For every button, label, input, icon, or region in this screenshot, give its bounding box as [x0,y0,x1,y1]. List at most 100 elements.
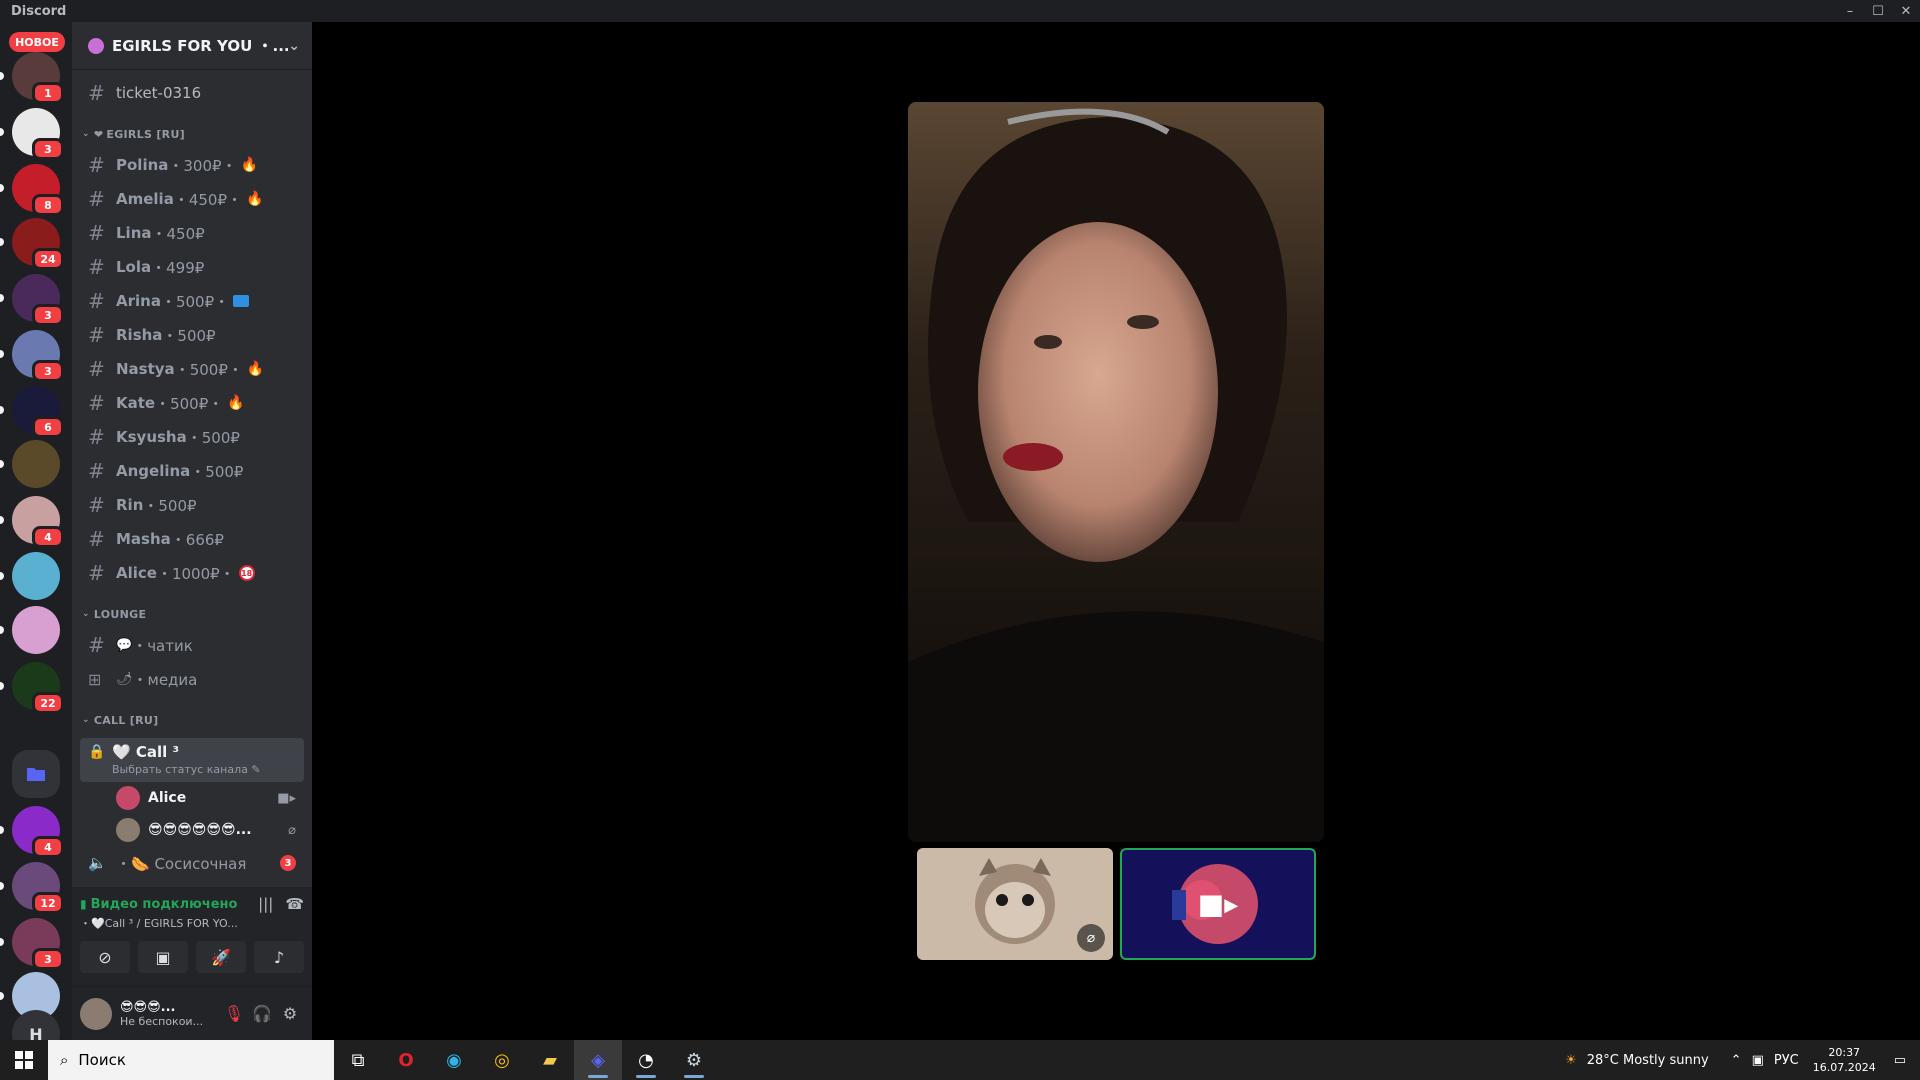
channel-name: Amelia [116,190,174,208]
channel-nastya[interactable]: # Nastya ・500₽・ 🔥 [80,352,304,386]
channel-list: # ticket-0316 ⌄ ❤ EGIRLS [RU] # Polina ・30… [72,70,312,880]
guild-icon [88,37,104,54]
server-letter-h[interactable]: H [12,1010,60,1040]
windows-start-icon[interactable] [0,1040,48,1080]
chevron-up-icon[interactable]: ⌃ [1731,1053,1742,1068]
disconnect-icon[interactable]: ☎ [285,895,304,913]
noise-suppression-icon[interactable]: ||| [258,895,273,913]
channel-amelia[interactable]: # Amelia ・450₽・ 🔥 [80,182,304,216]
server-icon[interactable] [12,606,60,654]
server-icon[interactable]: 22 [12,662,64,714]
video-stage: ⌀ ■▸ [312,22,1920,1040]
file-explorer-icon[interactable]: ▰ [526,1040,574,1080]
network-icon[interactable]: ▣ [1752,1053,1764,1068]
server-icon[interactable]: 3 [12,274,64,326]
obs-icon[interactable]: ◔ [622,1040,670,1080]
speech-icon: 💬 [116,637,133,653]
rocket-icon: 🚀 [211,947,231,967]
soundboard-button[interactable]: ♪ [254,941,304,973]
chrome-icon[interactable]: ◎ [478,1040,526,1080]
server-icon[interactable] [12,552,60,600]
channel-ksyusha[interactable]: # Ksyusha ・500₽ [80,420,304,454]
participant-tile-alice[interactable]: ■▸ [1120,848,1316,960]
minimize-button[interactable]: – [1836,0,1864,22]
channel-name: ticket-0316 [116,84,202,102]
voice-status-subtitle[interactable]: ・🤍Call ³ / EGIRLS FOR YO... [80,915,304,931]
window-titlebar: Discord – ☐ ✕ [0,0,1920,22]
channel-alice[interactable]: # Alice ・1000₽・ 18 [80,556,304,590]
channel-price: ・500₽ [186,428,240,447]
notifications-icon[interactable]: ▭ [1894,1053,1906,1068]
server-icon[interactable]: 8 [12,164,64,216]
voice-channel-sausage[interactable]: 🔈 ・🌭 Сосисочная 3 [80,846,304,880]
server-icon[interactable]: 3 [12,330,64,382]
server-icon[interactable]: 4 [12,806,64,858]
weather-text[interactable]: 28°C Mostly sunny [1587,1053,1709,1068]
new-badge[interactable]: НОВОЕ [9,32,65,52]
guild-header[interactable]: EGIRLS FOR YOU ・... ⌄ [72,22,312,70]
headphones-icon[interactable]: 🎧 [248,1004,276,1023]
channel-status[interactable]: Выбрать статус канала ✎ [112,763,296,776]
video-icon: ■▸ [277,790,296,806]
screen-share-button[interactable]: ▣ [138,941,188,973]
unread-indicator [0,294,4,302]
server-icon[interactable] [12,440,60,488]
focused-video[interactable] [908,102,1324,842]
hash-icon: # [88,561,105,585]
voice-channel-call[interactable]: 🔒 🤍 Call ³ Выбрать статус канала ✎ [80,738,304,782]
server-icon[interactable]: 3 [12,918,64,970]
channel-name: Lina [116,224,152,242]
mention-badge: 3 [32,138,64,160]
channel-kate[interactable]: # Kate ・500₽・ 🔥 [80,386,304,420]
channel-ticket[interactable]: # ticket-0316 [80,76,304,110]
channel-lina[interactable]: # Lina ・450₽ [80,216,304,250]
server-icon[interactable]: 6 [12,386,64,438]
activity-button[interactable]: 🚀 [196,941,246,973]
server-icon[interactable]: 1 [12,52,64,104]
maximize-button[interactable]: ☐ [1864,0,1892,22]
channel-chat[interactable]: # 💬 ・чатик [80,628,304,662]
server-icon[interactable]: 12 [12,862,64,914]
fire-icon: 🔥 [246,191,264,207]
user-panel: 😎😎😎... Не беспокои... 🎙 🎧 ⚙ [72,987,312,1040]
channel-rin[interactable]: # Rin ・500₽ [80,488,304,522]
category-lounge[interactable]: ⌄ LOUNGE [80,600,304,628]
close-button[interactable]: ✕ [1892,0,1920,22]
avatar [116,786,140,810]
egirls-channels: # Polina ・300₽・ 🔥 # Amelia ・450₽・ 🔥 # Lina ・450₽ # L… [80,148,304,590]
avatar[interactable] [80,997,112,1030]
mic-off-icon[interactable]: 🎙 [220,1004,248,1023]
voice-user-alice[interactable]: Alice ■▸ [80,782,304,814]
task-view-icon[interactable]: ⧉ [334,1040,382,1080]
voice-status-title[interactable]: Видео подключено [91,897,247,912]
user-info[interactable]: 😎😎😎... Не беспокои... [120,1000,220,1028]
taskbar-search[interactable]: ⌕ Поиск [48,1040,334,1080]
voice-user-self[interactable]: 😎😎😎😎😎😎... ⌀ [80,814,304,846]
weather-icon[interactable]: ☀ [1565,1053,1577,1068]
discord-icon[interactable]: ◈ [574,1040,622,1080]
participant-tile-self[interactable]: ⌀ [917,848,1113,960]
channel-media[interactable]: ⊞ 🌶 ・медиа [80,662,304,696]
clock[interactable]: 20:37 16.07.2024 [1813,1045,1876,1075]
category-egirls[interactable]: ⌄ ❤ EGIRLS [RU] [80,120,304,148]
server-icon[interactable]: 24 [12,218,64,270]
opera-icon[interactable]: O [382,1040,430,1080]
folder-icon[interactable] [12,750,60,798]
channel-risha[interactable]: # Risha ・500₽ [80,318,304,352]
edge-icon[interactable]: ◉ [430,1040,478,1080]
channel-masha[interactable]: # Masha ・666₽ [80,522,304,556]
channel-arina[interactable]: # Arina ・500₽・ [80,284,304,318]
channel-lola[interactable]: # Lola ・499₽ [80,250,304,284]
language-indicator[interactable]: РУС [1774,1053,1799,1068]
steam-icon[interactable]: ⚙ [670,1040,718,1080]
server-icon[interactable]: 3 [12,108,64,160]
channel-polina[interactable]: # Polina ・300₽・ 🔥 [80,148,304,182]
category-call[interactable]: ⌄ CALL [RU] [80,706,304,734]
channel-angelina[interactable]: # Angelina ・500₽ [80,454,304,488]
gear-icon[interactable]: ⚙ [276,1004,304,1023]
server-icon[interactable]: 4 [12,496,64,548]
category-name: LOUNGE [93,607,147,621]
channel-name: Masha [116,530,171,548]
camera-off-button[interactable]: ⊘ [80,941,130,973]
channel-name: Polina [116,156,169,174]
